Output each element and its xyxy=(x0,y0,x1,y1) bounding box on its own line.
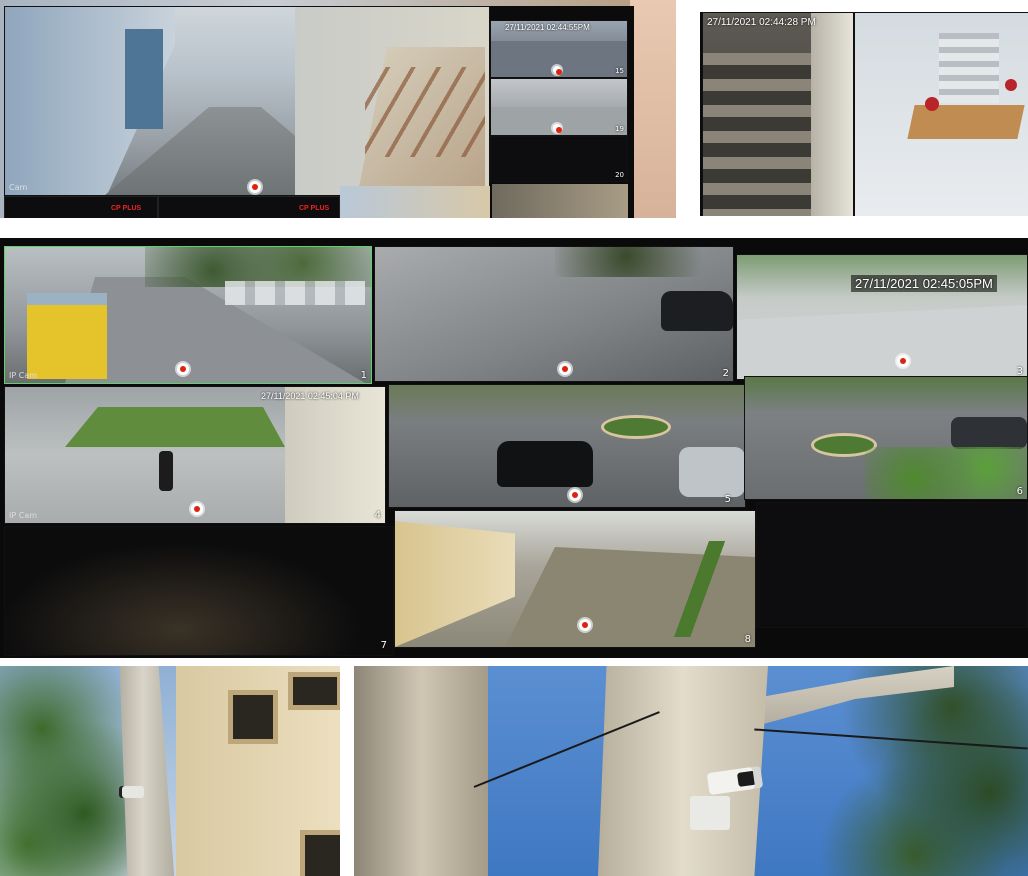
cam-label: IP Cam xyxy=(9,371,38,380)
feed-4-building xyxy=(285,387,385,523)
feed-6-cars xyxy=(951,417,1027,449)
feed-4-number: 4 xyxy=(374,510,381,521)
wall-background xyxy=(630,0,676,218)
feed-3: 27/11/2021 02:45:05PM 3 xyxy=(736,254,1028,380)
top-left-monitor-photo: Cam 27/11/2021 02:44:55PM 15 19 20 CP PL… xyxy=(0,0,676,218)
lab-chair xyxy=(925,97,939,111)
feed-2-tree-shadow xyxy=(555,247,733,277)
guard-booth-roof xyxy=(27,293,107,305)
record-indicator xyxy=(191,503,203,515)
feed-2: 2 xyxy=(374,246,734,382)
door-frame xyxy=(811,13,853,216)
monitor-frame: Cam 27/11/2021 02:44:55PM 15 19 20 CP PL… xyxy=(4,6,634,218)
feed-6-foliage xyxy=(865,447,1027,499)
feed-7-number: 7 xyxy=(380,640,387,651)
guard-booth xyxy=(27,293,107,379)
feed-2-number: 2 xyxy=(722,368,729,379)
foliage xyxy=(0,666,140,876)
record-indicator xyxy=(559,363,571,375)
bottom-strip-room xyxy=(492,184,628,218)
bottom-strip-mid: CP PLUS xyxy=(158,196,340,218)
cctv-camera xyxy=(122,786,144,798)
feed-3-road xyxy=(737,305,1027,379)
lab-chair xyxy=(1005,79,1017,91)
feed-19-number: 19 xyxy=(615,125,624,133)
bottom-strip-left: CP PLUS xyxy=(4,196,158,218)
camera-lens xyxy=(736,770,756,787)
bottom-right-camera-photo xyxy=(354,666,1028,876)
lab-feed xyxy=(854,12,1028,216)
record-indicator xyxy=(569,489,581,501)
bottom-left-building-photo xyxy=(0,666,340,876)
desk-rows xyxy=(703,53,813,216)
feed-20: 20 xyxy=(490,136,628,182)
stair-railing xyxy=(365,67,485,157)
feed-3-timestamp: 27/11/2021 02:45:05PM xyxy=(851,275,997,292)
record-indicator xyxy=(897,355,909,367)
lab-table xyxy=(907,105,1025,139)
feed-6-number: 6 xyxy=(1016,486,1023,497)
feed-8: 8 xyxy=(394,510,756,648)
feed-19: 19 xyxy=(490,78,628,136)
feed-8-number: 8 xyxy=(744,634,751,645)
feed-8-building xyxy=(395,521,515,647)
feed-15: 27/11/2021 02:44:55PM 15 xyxy=(490,20,628,78)
parked-cars xyxy=(225,281,365,305)
feed-4-timestamp: 27/11/2021 02:45:04 PM xyxy=(261,391,359,401)
feed-5-car xyxy=(497,441,593,487)
classroom-timestamp: 27/11/2021 02:44:28 PM xyxy=(707,17,816,28)
feed-2-car xyxy=(661,291,733,331)
feed-5: 5 xyxy=(388,384,746,508)
feed-5-roundabout xyxy=(601,415,671,439)
lab-shelves xyxy=(939,33,999,103)
feed-8-hedge xyxy=(655,541,755,637)
cam-label: Cam xyxy=(9,183,28,192)
cam-label: IP Cam xyxy=(9,511,38,520)
record-indicator xyxy=(249,181,261,193)
feed-empty xyxy=(756,502,1028,628)
feed-20-number: 20 xyxy=(615,171,624,179)
building-window xyxy=(288,672,340,710)
brand-label: CP PLUS xyxy=(111,205,142,212)
record-indicator xyxy=(553,66,562,75)
classroom-feed: 27/11/2021 02:44:28 PM xyxy=(702,12,854,216)
middle-monitor-photo: 1 IP Cam 2 27/11/2021 02:45:05PM 3 27/11… xyxy=(0,238,1028,658)
bottom-strip-lab xyxy=(340,186,490,218)
feed-5-number: 5 xyxy=(724,494,731,505)
feed-4: 27/11/2021 02:45:04 PM 4 IP Cam xyxy=(4,386,386,524)
feed-7: 7 xyxy=(4,526,394,656)
feed-1-number: 1 xyxy=(360,370,367,381)
record-indicator xyxy=(579,619,591,631)
corridor-feed: Cam xyxy=(4,6,490,196)
brand-label: CP PLUS xyxy=(299,205,330,212)
feed-4-lawn xyxy=(65,407,285,447)
feed-15-number: 15 xyxy=(615,67,624,75)
feed-5-car-silver xyxy=(679,447,745,497)
building-window xyxy=(300,830,340,876)
feed-1: 1 IP Cam xyxy=(4,246,372,384)
top-right-classroom-photo: 27/11/2021 02:44:28 PM xyxy=(700,12,1028,216)
feed-15-timestamp: 27/11/2021 02:44:55PM xyxy=(505,23,590,32)
feed-4-person xyxy=(159,451,173,491)
camera-mount xyxy=(690,796,730,830)
left-trunk xyxy=(354,666,488,876)
left-door xyxy=(125,29,163,129)
feed-6: 6 xyxy=(744,376,1028,500)
record-indicator xyxy=(553,124,562,133)
record-indicator xyxy=(177,363,189,375)
building-window xyxy=(228,690,278,744)
